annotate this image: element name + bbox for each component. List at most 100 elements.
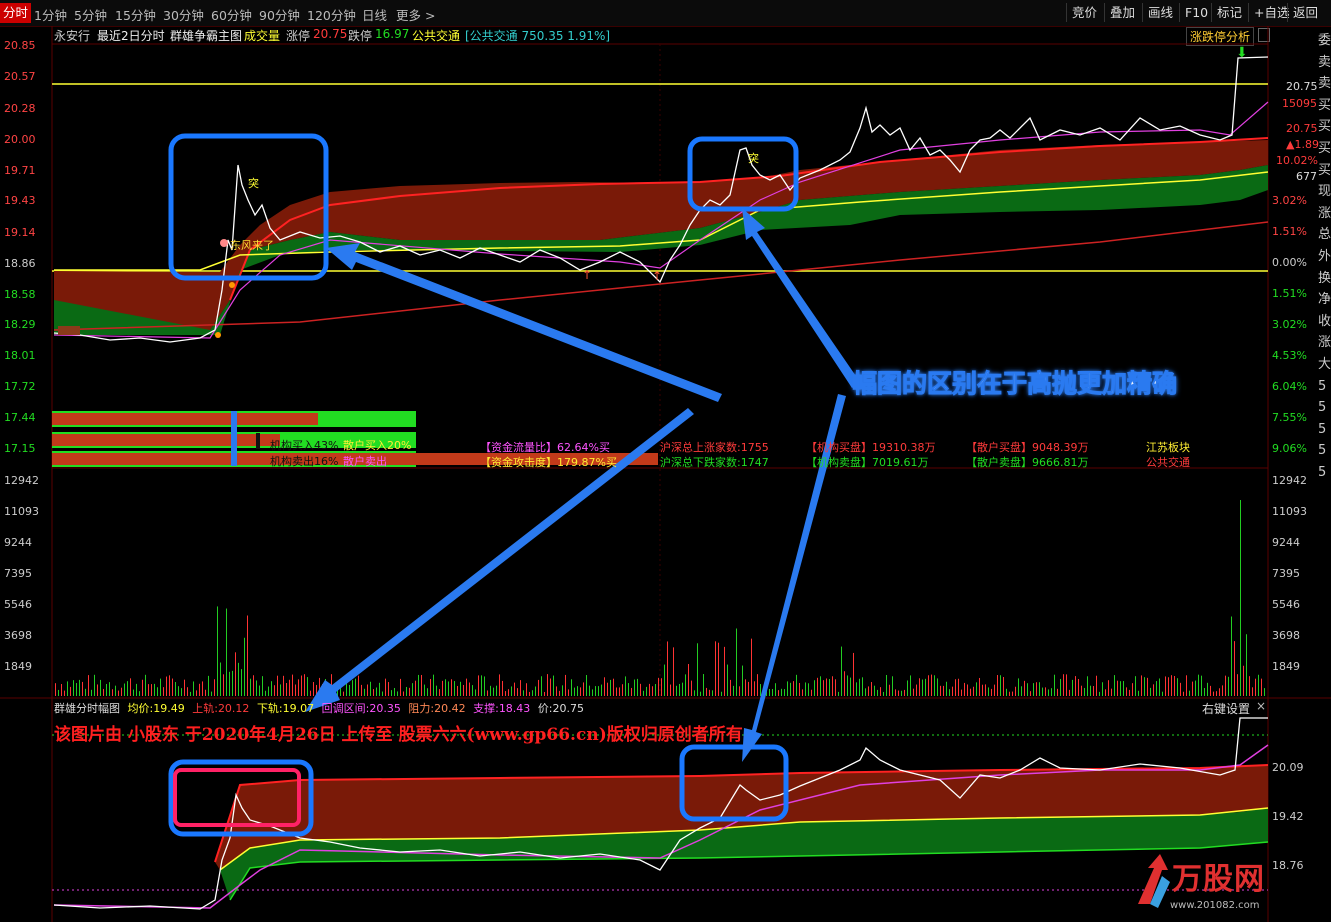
- volume-bar: [1069, 689, 1070, 696]
- volume-bar: [946, 681, 947, 696]
- volume-bar: [802, 689, 803, 696]
- volume-bar: [145, 674, 146, 696]
- volume-bar: [829, 679, 830, 696]
- volume-bar: [784, 689, 785, 696]
- volume-bar: [403, 691, 404, 696]
- volume-bar: [1051, 688, 1052, 696]
- volume-bar: [1078, 678, 1079, 696]
- volume-bar: [583, 682, 584, 696]
- volume-tick: 1849: [4, 660, 32, 673]
- volume-bar: [109, 682, 110, 696]
- volume-bar: [1108, 680, 1109, 696]
- volume-bar: [70, 686, 71, 696]
- volume-bar: [919, 678, 920, 696]
- volume-bar: [97, 684, 98, 696]
- inst-sell-amount: 【机构卖盘】7019.61万: [806, 456, 929, 469]
- volume-bar: [565, 674, 566, 696]
- volume-bar: [64, 690, 65, 696]
- volume-bar: [172, 678, 173, 696]
- volume-bar: [976, 682, 977, 696]
- volume-bar: [112, 689, 113, 696]
- volume-bar: [1114, 675, 1115, 696]
- volume-bar: [859, 678, 860, 696]
- volume-bar: [637, 678, 638, 696]
- stat-bar-divider: [256, 433, 260, 449]
- volume-bar: [136, 683, 137, 696]
- volume-bar: [121, 687, 122, 696]
- sub-chart-title[interactable]: 群雄分时幅图: [54, 702, 120, 715]
- volume-bar: [1006, 688, 1007, 696]
- volume-bar: [748, 681, 749, 696]
- stat-bar-divider: [231, 411, 237, 466]
- volume-bar: [412, 683, 413, 696]
- volume-bar: [1219, 688, 1220, 696]
- volume-bar: [283, 675, 284, 696]
- volume-bar: [1048, 689, 1049, 696]
- volume-bar: [214, 679, 215, 696]
- volume-bar: [718, 642, 719, 696]
- volume-bar: [898, 690, 899, 696]
- volume-bar: [262, 676, 263, 696]
- volume-bar: [487, 690, 488, 696]
- volume-bar: [463, 684, 464, 696]
- volume-bar: [391, 690, 392, 696]
- volume-bar: [301, 675, 302, 696]
- volume-bar: [76, 683, 77, 696]
- volume-bar: [466, 678, 467, 696]
- sub-y-tick: 18.76: [1272, 859, 1304, 872]
- volume-bar: [151, 684, 152, 696]
- volume-bar: [478, 675, 479, 696]
- volume-bar: [1099, 691, 1100, 696]
- volume-bar: [439, 689, 440, 696]
- volume-bar: [892, 676, 893, 696]
- volume-bar: [670, 684, 671, 696]
- avg-value: 19.49: [153, 702, 185, 715]
- volume-bar: [1159, 678, 1160, 696]
- volume-bar: [217, 606, 218, 696]
- volume-bar: [1228, 676, 1229, 696]
- volume-bar: [1093, 686, 1094, 696]
- volume-bar: [1141, 675, 1142, 696]
- volume-bar: [1183, 691, 1184, 696]
- volume-bar: [1210, 685, 1211, 696]
- volume-bar: [355, 678, 356, 696]
- volume-bar: [991, 688, 992, 696]
- volume-bar: [73, 680, 74, 696]
- volume-bar: [1249, 676, 1250, 696]
- volume-bar: [397, 691, 398, 696]
- volume-bar: [493, 687, 494, 696]
- volume-bar: [1033, 683, 1034, 696]
- volume-bar: [1186, 675, 1187, 696]
- volume-bar: [769, 689, 770, 696]
- right-click-settings-button[interactable]: 右键设置: [1202, 700, 1250, 717]
- volume-bar: [559, 690, 560, 696]
- volume-tick: 11093: [4, 505, 39, 518]
- volume-bar: [874, 685, 875, 696]
- price-label: 价:: [537, 702, 553, 715]
- volume-tick: 3698: [1272, 629, 1300, 642]
- close-icon[interactable]: ×: [1256, 699, 1266, 713]
- inst-sell-label: 机构卖出16%: [270, 455, 339, 468]
- volume-bar: [904, 689, 905, 696]
- retail-buy-amount: 【散户买盘】9048.39万: [966, 441, 1089, 454]
- volume-bar: [952, 686, 953, 696]
- volume-bar: [808, 683, 809, 696]
- signal-marker: ↑: [652, 269, 662, 283]
- volume-bar: [436, 685, 437, 696]
- volume-bar: [400, 678, 401, 696]
- volume-bar: [1123, 681, 1124, 696]
- volume-bar: [871, 682, 872, 696]
- volume-bar: [199, 683, 200, 696]
- volume-bar: [268, 686, 269, 696]
- volume-bar: [418, 674, 419, 696]
- volume-bar: [181, 688, 182, 696]
- volume-bar: [1138, 690, 1139, 696]
- volume-bar: [880, 687, 881, 696]
- volume-bar: [1096, 675, 1097, 696]
- volume-bar: [733, 685, 734, 696]
- volume-bar: [700, 691, 701, 696]
- resist-label: 阻力:: [408, 702, 435, 715]
- volume-bar: [229, 671, 230, 696]
- volume-bar: [676, 685, 677, 696]
- volume-bar: [421, 674, 422, 696]
